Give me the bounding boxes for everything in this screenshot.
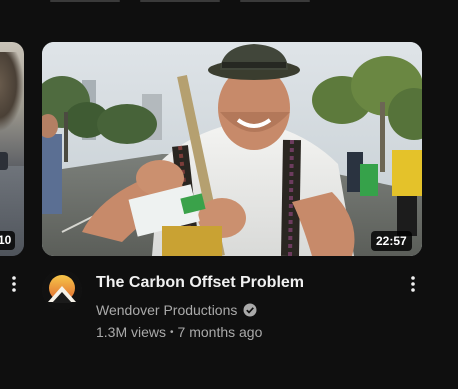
channel-name[interactable]: Wendover Productions [96, 302, 237, 318]
verified-check-icon [243, 303, 257, 317]
video-thumbnail[interactable] [42, 42, 422, 256]
previous-video-thumbnail[interactable] [0, 42, 24, 256]
view-count: 1.3M views [96, 324, 167, 340]
channel-avatar[interactable] [42, 270, 82, 310]
channel-row: Wendover Productions [96, 300, 257, 320]
meta-separator: • [170, 326, 174, 338]
video-title[interactable]: The Carbon Offset Problem [96, 272, 396, 294]
previous-video-duration: 10 [0, 231, 16, 250]
channel-avatar-icon [42, 270, 82, 310]
previous-more-vert-icon[interactable] [6, 272, 22, 296]
thumbnail-image [42, 42, 422, 256]
video-duration: 22:57 [371, 231, 412, 251]
top-divider [0, 0, 458, 4]
upload-age: 7 months ago [177, 324, 263, 340]
more-vert-icon[interactable] [405, 272, 421, 296]
video-metadata: 1.3M views • 7 months ago [96, 322, 262, 342]
